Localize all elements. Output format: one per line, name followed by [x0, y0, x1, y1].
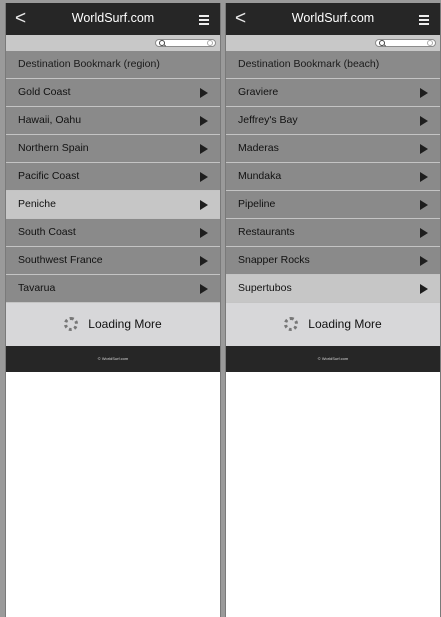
menu-button[interactable]	[419, 15, 429, 25]
list-item-label: Jeffrey's Bay	[238, 114, 298, 126]
list-item-label: Hawaii, Oahu	[18, 114, 82, 126]
loading-more-button[interactable]: Loading More	[226, 303, 440, 346]
list-item[interactable]: Southwest France	[6, 247, 220, 275]
list-item[interactable]: Pacific Coast	[6, 163, 220, 191]
list-item[interactable]: Pipeline	[226, 191, 440, 219]
arrow-right-icon	[200, 284, 208, 294]
list-item-label: Pacific Coast	[18, 170, 80, 182]
screen-region-list: < WorldSurf.com Destination Bookmark (re…	[5, 3, 221, 617]
arrow-right-icon	[420, 172, 428, 182]
screen-beach-list: < WorldSurf.com Destination Bookmark (be…	[225, 3, 441, 617]
app-title: WorldSurf.com	[291, 11, 375, 25]
list-item[interactable]: Gold Coast	[6, 79, 220, 107]
footer-text: © WorldSurf.com	[97, 356, 129, 361]
list-item-label: Mundaka	[238, 170, 282, 182]
search-bar	[6, 35, 220, 51]
search-input[interactable]	[155, 39, 216, 47]
list-item-label: Restaurants	[238, 226, 295, 238]
list-item[interactable]: Tavarua	[6, 275, 220, 303]
arrow-right-icon	[420, 284, 428, 294]
list-header: Destination Bookmark (beach)	[226, 51, 440, 79]
list-item-label: Southwest France	[18, 254, 103, 266]
menu-icon	[419, 15, 429, 25]
arrow-right-icon	[200, 228, 208, 238]
top-nav-bar: < WorldSurf.com	[6, 3, 220, 35]
list-item[interactable]: South Coast	[6, 219, 220, 247]
clear-icon[interactable]	[427, 40, 433, 46]
app-title: WorldSurf.com	[71, 11, 155, 25]
search-bar	[226, 35, 440, 51]
loading-label: Loading More	[308, 317, 382, 331]
list-item[interactable]: Graviere	[226, 79, 440, 107]
list-item[interactable]: Northern Spain	[6, 135, 220, 163]
footer-text: © WorldSurf.com	[317, 356, 349, 361]
search-input[interactable]	[375, 39, 436, 47]
list-item-label: Gold Coast	[18, 86, 71, 98]
list-item-label: Tavarua	[18, 282, 56, 294]
menu-icon	[199, 15, 209, 25]
search-icon	[159, 40, 165, 46]
list-item-label: Pipeline	[238, 198, 276, 210]
menu-button[interactable]	[199, 15, 209, 25]
arrow-right-icon	[200, 144, 208, 154]
arrow-right-icon	[200, 256, 208, 266]
list-item[interactable]: Supertubos	[226, 275, 440, 303]
list-item-label: Supertubos	[238, 282, 292, 294]
list-item[interactable]: Maderas	[226, 135, 440, 163]
list-item-label: Peniche	[18, 198, 56, 210]
list-item[interactable]: Hawaii, Oahu	[6, 107, 220, 135]
list-item-label: Graviere	[238, 86, 279, 98]
arrow-right-icon	[420, 88, 428, 98]
arrow-right-icon	[420, 144, 428, 154]
search-icon	[379, 40, 385, 46]
list-item[interactable]: Snapper Rocks	[226, 247, 440, 275]
spinner-icon	[284, 317, 299, 331]
arrow-right-icon	[420, 228, 428, 238]
arrow-right-icon	[200, 88, 208, 98]
list-item[interactable]: Jeffrey's Bay	[226, 107, 440, 135]
list-item[interactable]: Peniche	[6, 191, 220, 219]
arrow-right-icon	[420, 200, 428, 210]
arrow-right-icon	[200, 200, 208, 210]
list-item-label: Snapper Rocks	[238, 254, 310, 266]
spinner-icon	[64, 317, 79, 331]
arrow-right-icon	[200, 172, 208, 182]
destination-list: Graviere Jeffrey's Bay Maderas Mundaka Pipel…	[226, 79, 440, 303]
top-nav-bar: < WorldSurf.com	[226, 3, 440, 35]
list-item-label: Maderas	[238, 142, 279, 154]
arrow-right-icon	[420, 116, 428, 126]
destination-list: Gold Coast Hawaii, Oahu Northern Spain Paci…	[6, 79, 220, 303]
loading-label: Loading More	[88, 317, 162, 331]
footer: © WorldSurf.com	[226, 346, 440, 372]
list-item-label: South Coast	[18, 226, 76, 238]
footer: © WorldSurf.com	[6, 346, 220, 372]
list-item[interactable]: Mundaka	[226, 163, 440, 191]
clear-icon[interactable]	[207, 40, 213, 46]
list-header: Destination Bookmark (region)	[6, 51, 220, 79]
loading-more-button[interactable]: Loading More	[6, 303, 220, 346]
arrow-right-icon	[420, 256, 428, 266]
list-item-label: Northern Spain	[18, 142, 89, 154]
list-item[interactable]: Restaurants	[226, 219, 440, 247]
arrow-right-icon	[200, 116, 208, 126]
